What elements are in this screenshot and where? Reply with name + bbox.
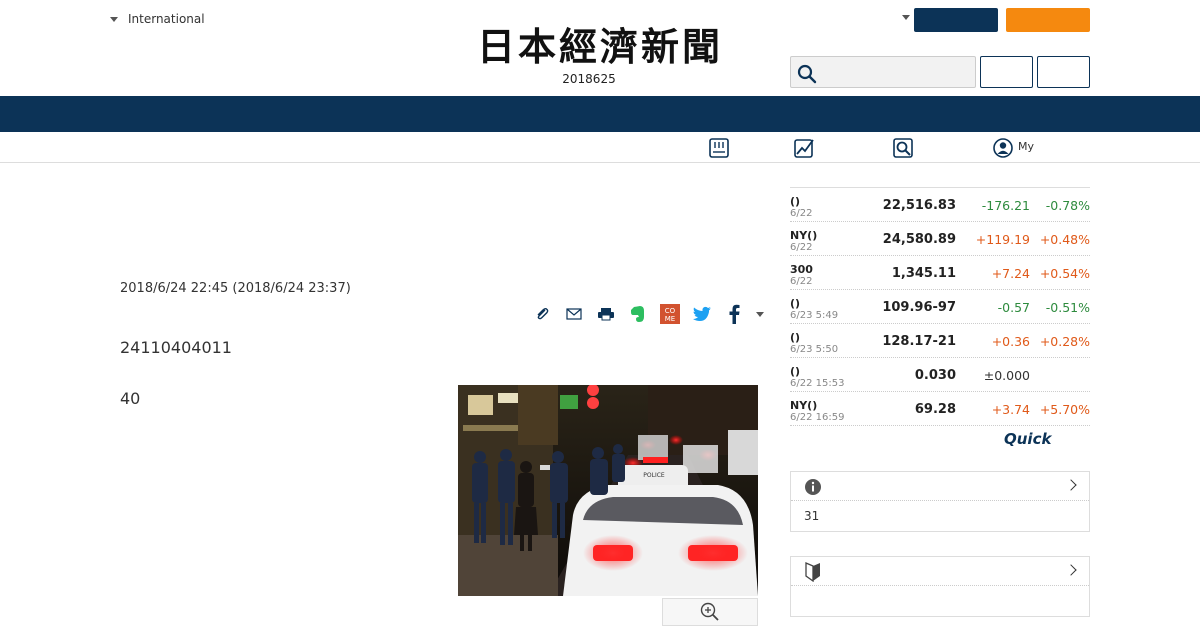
facebook-button[interactable] — [718, 302, 750, 326]
market-value: 69.28 — [914, 402, 956, 417]
market-change: +119.19 — [975, 232, 1030, 247]
market-percent: +5.70% — [1039, 402, 1090, 417]
market-name: NY() — [790, 399, 818, 412]
market-date: 6/22 16:59 — [790, 412, 845, 423]
market-value: 109.96-97 — [882, 300, 956, 315]
svg-text:ME: ME — [665, 315, 675, 323]
quick-logo[interactable]: Quick — [1004, 430, 1051, 448]
market-change: -0.57 — [997, 300, 1030, 315]
evernote-button[interactable] — [622, 302, 654, 326]
market-percent: +0.48% — [1039, 232, 1090, 247]
edition-selector[interactable]: International — [110, 12, 205, 26]
market-value: 128.17-21 — [882, 334, 956, 349]
market-change: ±0.000 — [983, 368, 1030, 383]
comemo-icon: CO ME — [660, 304, 680, 324]
print-icon — [598, 308, 614, 321]
market-row[interactable]: NY() 6/22 16:59 69.28 +3.74 +5.70% — [790, 392, 1090, 426]
comemo-button[interactable]: CO ME — [654, 302, 686, 326]
info-panel-header[interactable] — [791, 472, 1089, 501]
market-date: 6/22 — [790, 242, 813, 253]
market-row[interactable]: NY() 6/22 24,580.89 +119.19 +0.48% — [790, 222, 1090, 256]
my-label[interactable]: My — [1018, 140, 1034, 153]
header-button-2[interactable] — [1037, 56, 1090, 88]
beginner-panel-body[interactable] — [791, 586, 1089, 616]
mail-button[interactable] — [558, 302, 590, 326]
twitter-icon — [693, 306, 711, 321]
mail-icon — [566, 308, 582, 320]
search-input[interactable] — [790, 56, 976, 88]
market-change: +0.36 — [991, 334, 1030, 349]
user-icon[interactable] — [992, 137, 1014, 159]
print-button[interactable] — [590, 302, 622, 326]
info-icon — [805, 479, 821, 495]
market-name: () — [790, 195, 801, 208]
main-nav-bar[interactable] — [0, 96, 1200, 132]
clip-icon — [537, 307, 549, 320]
market-date: 6/23 5:50 — [790, 344, 839, 355]
market-row[interactable]: () 6/23 5:50 128.17-21 +0.36 +0.28% — [790, 324, 1090, 358]
info-panel-body[interactable]: 31 — [791, 501, 1089, 531]
market-percent: +0.28% — [1039, 334, 1090, 349]
subscribe-button[interactable] — [1006, 8, 1090, 32]
caret-down-icon — [110, 16, 118, 22]
market-name: 300 — [790, 263, 813, 276]
search-icon — [797, 64, 817, 84]
market-percent: -0.78% — [1045, 198, 1090, 213]
article-timestamp: 2018/6/24 22:45 (2018/6/24 23:37) — [120, 281, 351, 296]
twitter-button[interactable] — [686, 302, 718, 326]
article-photo[interactable]: POLICE — [458, 385, 758, 596]
edition-label: International — [128, 12, 205, 26]
market-value: 1,345.11 — [891, 266, 956, 281]
market-name: () — [790, 297, 801, 310]
beginner-panel — [790, 556, 1090, 617]
market-row[interactable]: 300 6/22 1,345.11 +7.24 +0.54% — [790, 256, 1090, 290]
newspaper-icon[interactable] — [708, 137, 730, 159]
share-bar: CO ME — [526, 302, 770, 326]
article-paragraph: 40 — [120, 389, 141, 408]
svg-text:POLICE: POLICE — [643, 472, 665, 479]
market-name: () — [790, 331, 801, 344]
market-value: 24,580.89 — [882, 232, 956, 247]
header-button-1[interactable] — [980, 56, 1033, 88]
market-change: +7.24 — [991, 266, 1030, 281]
market-row[interactable]: () 6/22 15:53 0.030 ±0.000 — [790, 358, 1090, 392]
market-percent: -0.51% — [1045, 300, 1090, 315]
market-name: NY() — [790, 229, 818, 242]
masthead-logo[interactable]: 日本經濟新聞 — [450, 26, 750, 68]
market-row[interactable]: () 6/23 5:49 109.96-97 -0.57 -0.51% — [790, 290, 1090, 324]
svg-text:CO: CO — [665, 307, 676, 315]
caret-down-icon[interactable] — [902, 15, 910, 20]
zoom-in-icon — [700, 602, 719, 621]
market-date: 6/22 15:53 — [790, 378, 845, 389]
market-change: +3.74 — [991, 402, 1030, 417]
zoom-photo-button[interactable] — [662, 598, 758, 626]
share-more-button[interactable] — [750, 302, 770, 326]
chart-icon[interactable] — [793, 137, 815, 159]
header-date: 2018625 — [562, 72, 616, 86]
chevron-right-icon — [1065, 479, 1077, 491]
market-table: () 6/22 22,516.83 -176.21 -0.78% NY() 6/… — [790, 187, 1090, 426]
market-date: 6/22 — [790, 208, 813, 219]
market-value: 22,516.83 — [882, 198, 956, 213]
market-percent: +0.54% — [1039, 266, 1090, 281]
market-change: -176.21 — [981, 198, 1030, 213]
magnifier-icon[interactable] — [892, 137, 914, 159]
market-row[interactable]: () 6/22 22,516.83 -176.21 -0.78% — [790, 188, 1090, 222]
clip-button[interactable] — [526, 302, 558, 326]
info-panel: 31 — [790, 471, 1090, 532]
evernote-icon — [631, 306, 644, 322]
article-lead: 24110404011 — [120, 338, 232, 357]
night-street-photo: POLICE — [458, 385, 758, 596]
caret-down-icon — [756, 311, 764, 317]
chevron-right-icon — [1065, 564, 1077, 576]
beginner-panel-header[interactable] — [791, 557, 1089, 586]
market-date: 6/23 5:49 — [790, 310, 839, 321]
market-name: () — [790, 365, 801, 378]
beginner-icon — [805, 562, 820, 582]
facebook-icon — [729, 304, 740, 324]
login-button[interactable] — [914, 8, 998, 32]
market-value: 0.030 — [914, 368, 956, 383]
market-date: 6/22 — [790, 276, 813, 287]
